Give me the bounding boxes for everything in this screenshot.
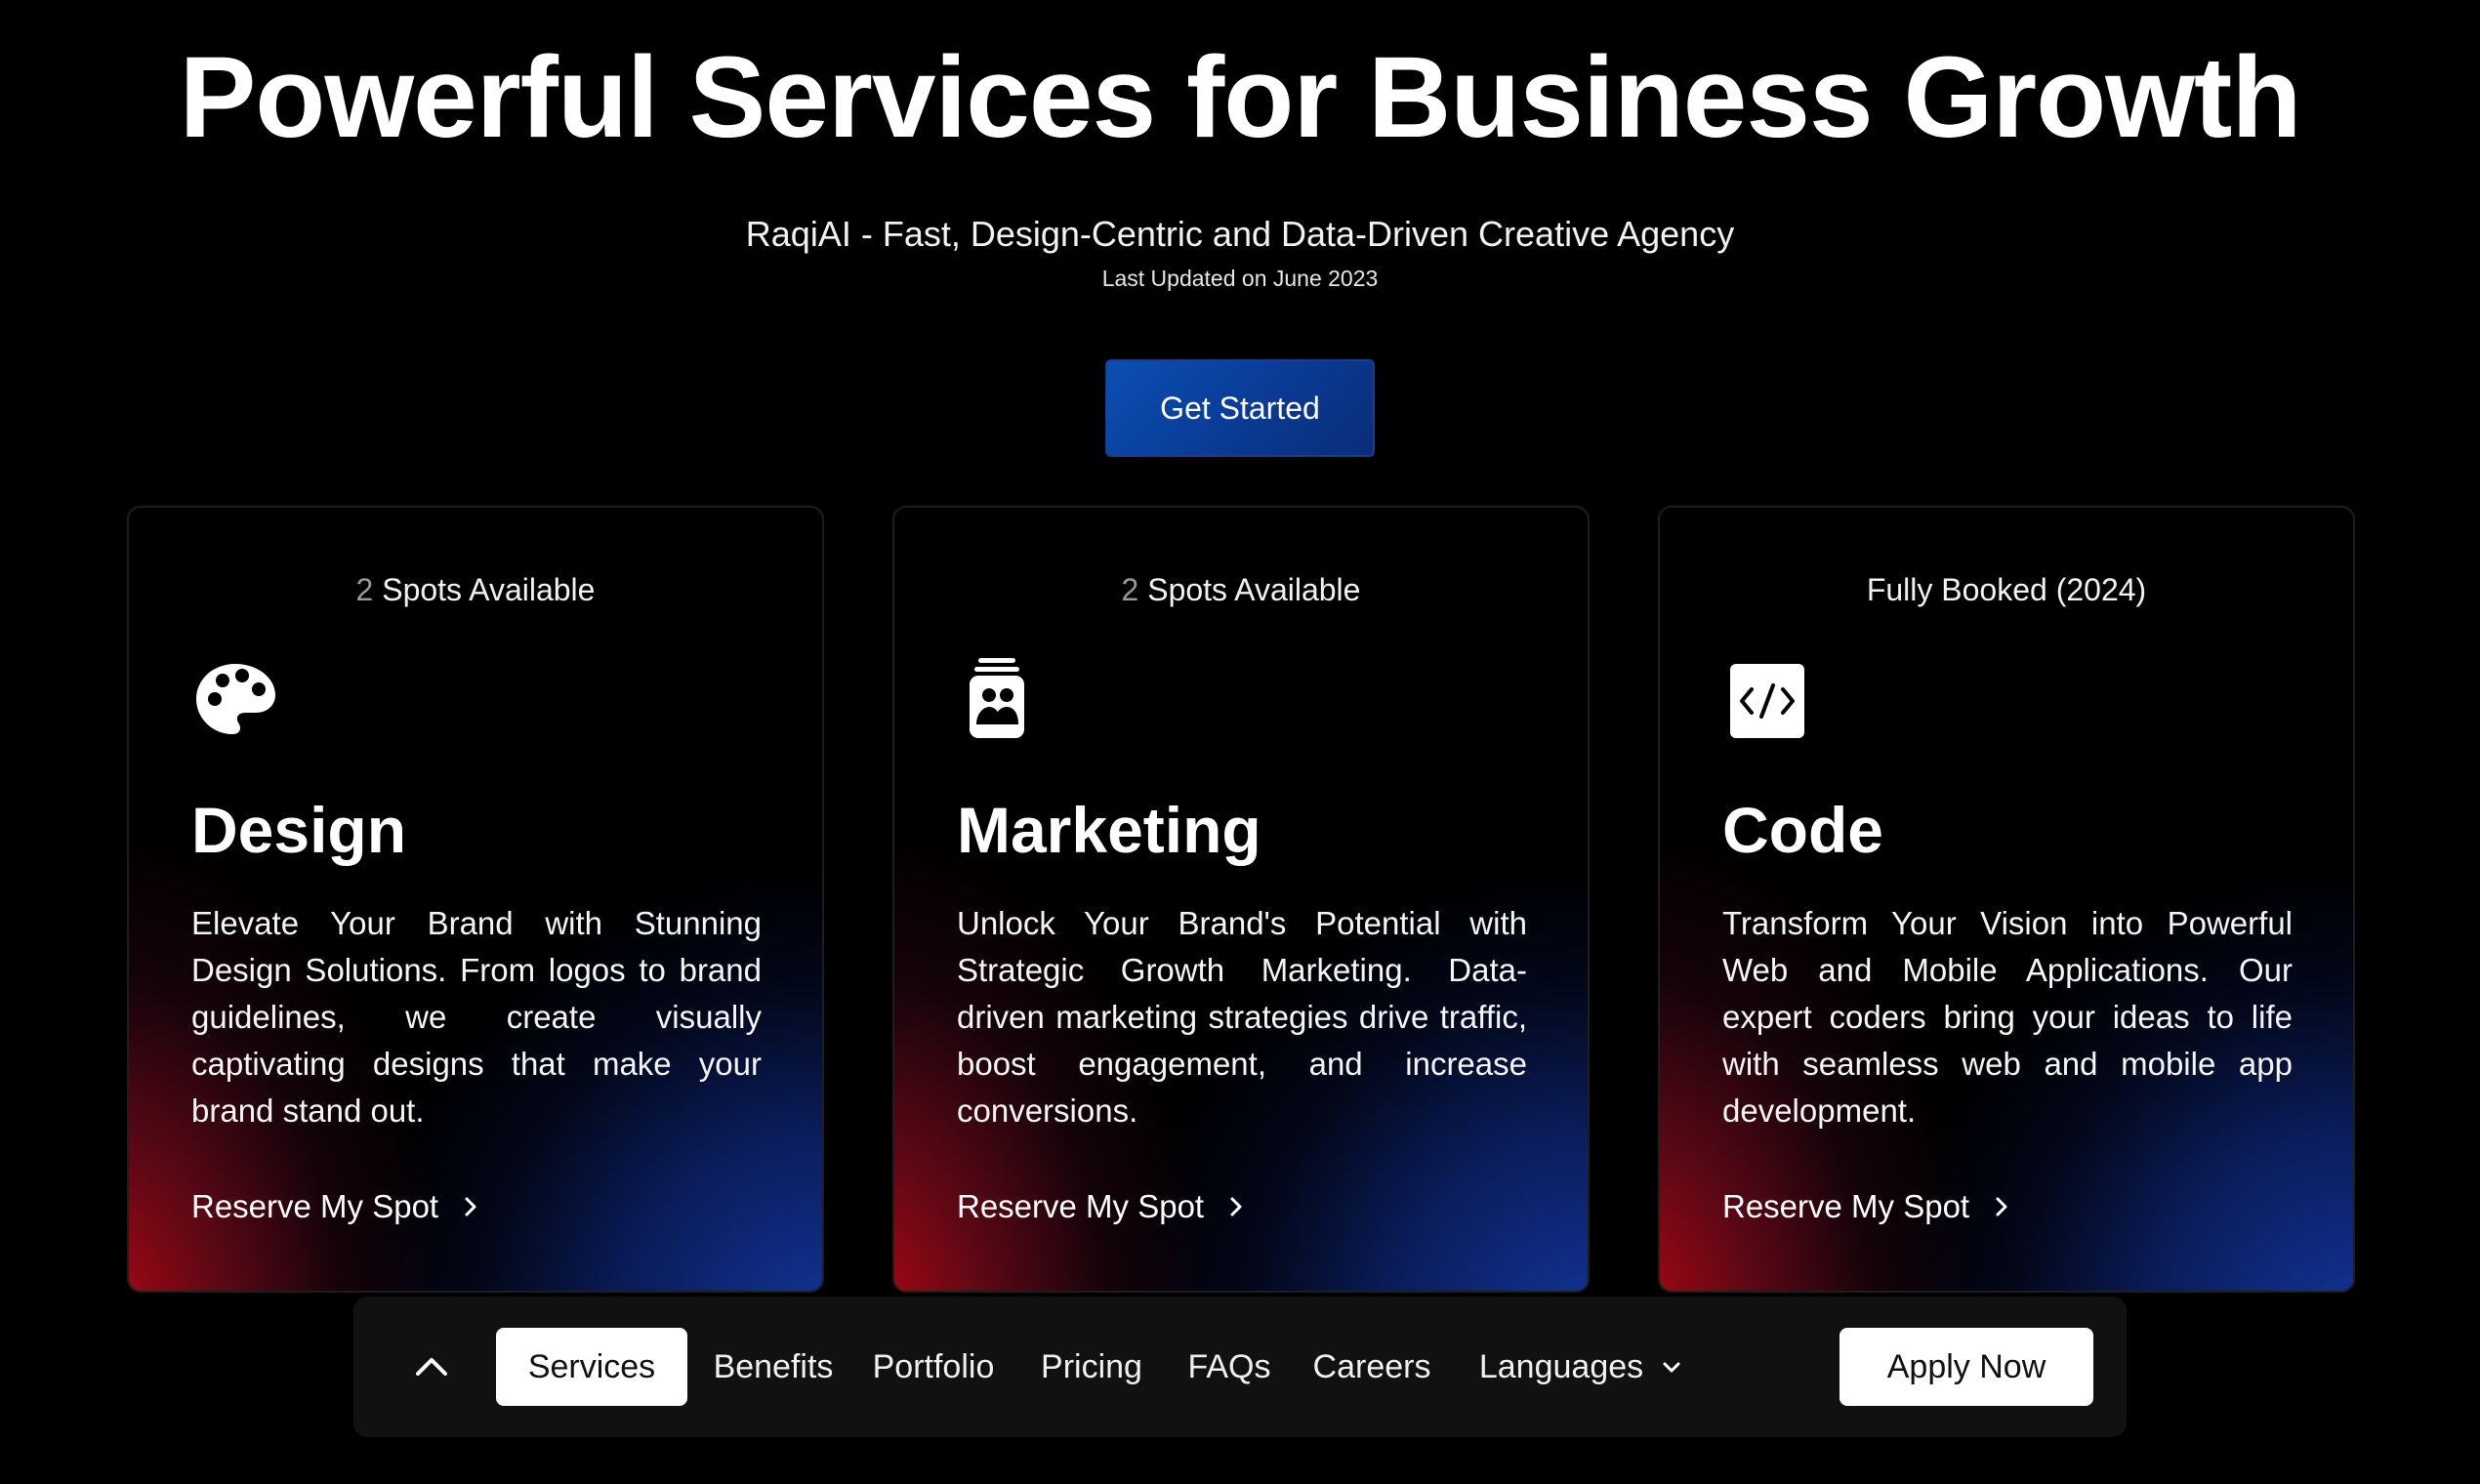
nav-item-portfolio[interactable]: Portfolio xyxy=(855,1328,1012,1406)
last-updated-text: Last Updated on June 2023 xyxy=(1101,266,1379,291)
apply-now-button[interactable]: Apply Now xyxy=(1839,1328,2093,1406)
reserve-spot-label: Reserve My Spot xyxy=(957,1188,1205,1224)
service-card-design: 2 Spots Available Design Elevate Your Br… xyxy=(127,506,824,1293)
code-icon xyxy=(1722,656,1810,744)
chevron-right-icon xyxy=(465,1197,476,1216)
card-title: Code xyxy=(1722,794,1883,866)
nav-item-pricing[interactable]: Pricing xyxy=(1023,1328,1160,1406)
scroll-top-button[interactable] xyxy=(393,1328,471,1406)
spots-count: 2 xyxy=(1121,572,1139,607)
availability-status: 2 Spots Available xyxy=(129,570,822,609)
reserve-spot-link[interactable]: Reserve My Spot xyxy=(191,1183,481,1230)
card-description: Transform Your Vision into Powerful Web … xyxy=(1722,905,2293,1129)
card-description: Elevate Your Brand with Stunning Design … xyxy=(191,905,762,1129)
service-card-code: Fully Booked (2024) Code Transform Your … xyxy=(1658,506,2355,1293)
nav-item-languages[interactable]: Languages xyxy=(1457,1328,1705,1406)
reserve-spot-label: Reserve My Spot xyxy=(191,1188,439,1224)
palette-icon xyxy=(191,656,279,744)
chevron-up-icon xyxy=(416,1358,447,1376)
chevron-right-icon xyxy=(1230,1197,1242,1216)
reserve-spot-label: Reserve My Spot xyxy=(1722,1188,1970,1224)
languages-label: Languages xyxy=(1478,1347,1644,1385)
nav-item-careers[interactable]: Careers xyxy=(1299,1328,1445,1406)
nav-item-services[interactable]: Services xyxy=(496,1328,687,1406)
page-title: Powerful Services for Business Growth xyxy=(179,33,2302,162)
card-title: Marketing xyxy=(957,794,1261,866)
card-title: Design xyxy=(191,794,407,866)
service-card-marketing: 2 Spots Available Marketing Unlock Your … xyxy=(892,506,1590,1293)
get-started-button[interactable]: Get Started xyxy=(1105,359,1375,457)
availability-status: 2 Spots Available xyxy=(894,570,1588,609)
nav-item-benefits[interactable]: Benefits xyxy=(703,1328,844,1406)
services-cards: 2 Spots Available Design Elevate Your Br… xyxy=(127,506,2355,1293)
availability-status: Fully Booked (2024) xyxy=(1866,572,2147,607)
bottom-navbar: Services Benefits Portfolio Pricing FAQs… xyxy=(353,1297,2127,1437)
marketing-jar-icon xyxy=(957,656,1045,744)
spots-label: Spots Available xyxy=(1138,572,1361,607)
chevron-right-icon xyxy=(1996,1197,2007,1216)
card-description: Unlock Your Brand's Potential with Strat… xyxy=(957,905,1527,1129)
chevron-down-icon xyxy=(1663,1362,1680,1373)
nav-item-faqs[interactable]: FAQs xyxy=(1174,1328,1285,1406)
services-page: Powerful Services for Business Growth Ra… xyxy=(0,0,2480,1484)
spots-label: Spots Available xyxy=(373,572,596,607)
page-subtitle: RaqiAI - Fast, Design-Centric and Data-D… xyxy=(745,214,1735,254)
spots-count: 2 xyxy=(355,572,374,607)
reserve-spot-link[interactable]: Reserve My Spot xyxy=(1722,1183,2012,1230)
reserve-spot-link[interactable]: Reserve My Spot xyxy=(957,1183,1247,1230)
